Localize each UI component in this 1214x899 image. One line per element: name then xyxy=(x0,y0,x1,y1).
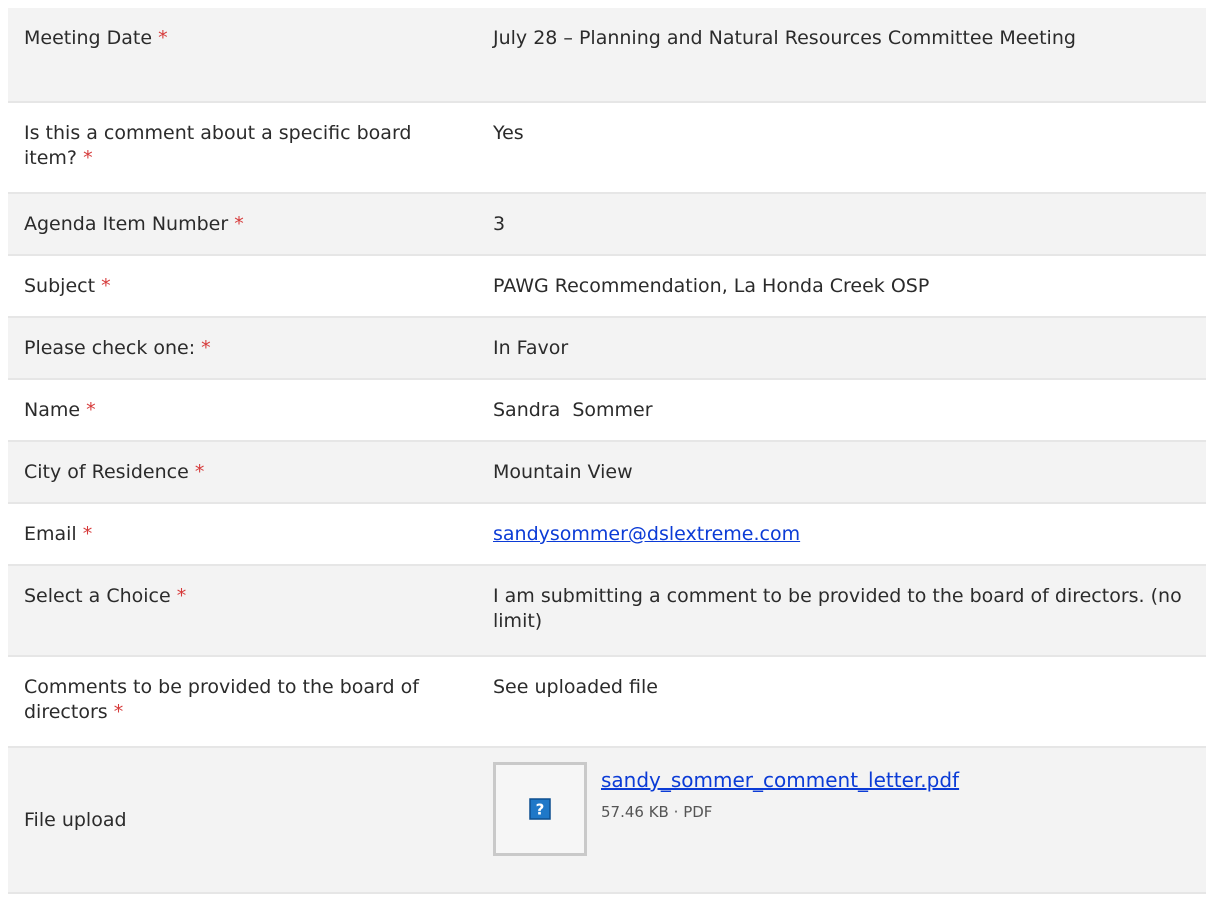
field-value: Yes xyxy=(493,122,524,144)
row-check-one: Please check one: * In Favor xyxy=(8,318,1206,380)
field-label: Agenda Item Number * xyxy=(24,213,244,235)
row-email: Email * sandysommer@dslextreme.com xyxy=(8,504,1206,566)
question-icon: ? xyxy=(529,798,551,820)
required-marker: * xyxy=(194,461,205,483)
file-meta: sandy_sommer_comment_letter.pdf 57.46 KB… xyxy=(601,762,959,825)
file-link[interactable]: sandy_sommer_comment_letter.pdf xyxy=(601,768,959,792)
field-value: ? sandy_sommer_comment_letter.pdf 57.46 … xyxy=(473,748,1206,892)
field-value: Sandra Sommer xyxy=(493,399,653,421)
field-value: 3 xyxy=(493,213,506,235)
required-marker: * xyxy=(234,213,244,235)
row-subject: Subject * PAWG Recommendation, La Honda … xyxy=(8,256,1206,318)
field-value: Mountain View xyxy=(493,461,633,483)
email-link[interactable]: sandysommer@dslextreme.com xyxy=(493,523,800,545)
submission-details: Meeting Date * July 28 – Planning and Na… xyxy=(8,8,1206,894)
svg-text:?: ? xyxy=(536,801,545,819)
field-label: File upload xyxy=(24,808,127,831)
file-separator: · xyxy=(673,803,679,821)
file-size: 57.46 KB xyxy=(601,803,669,821)
field-value: I am submitting a comment to be provided… xyxy=(493,585,1182,632)
field-value: In Favor xyxy=(493,337,569,359)
required-marker: * xyxy=(176,585,187,607)
row-meeting-date: Meeting Date * July 28 – Planning and Na… xyxy=(8,8,1206,103)
field-label: City of Residence * xyxy=(24,461,205,483)
file-info: 57.46 KB · PDF xyxy=(601,800,959,825)
row-name: Name * Sandra Sommer xyxy=(8,380,1206,442)
row-specific-item: Is this a comment about a specific board… xyxy=(8,103,1206,194)
field-label: Is this a comment about a specific board… xyxy=(24,122,412,169)
field-label: Select a Choice * xyxy=(24,585,187,607)
required-marker: * xyxy=(158,27,168,49)
required-marker: * xyxy=(86,399,96,421)
field-value: July 28 – Planning and Natural Resources… xyxy=(493,27,1076,49)
field-label: Please check one: * xyxy=(24,337,211,359)
field-label: Email * xyxy=(24,523,93,545)
required-marker: * xyxy=(113,701,124,723)
row-comments: Comments to be provided to the board of … xyxy=(8,657,1206,748)
field-label: Meeting Date * xyxy=(24,27,168,49)
row-select-choice: Select a Choice * I am submitting a comm… xyxy=(8,566,1206,657)
row-agenda-item: Agenda Item Number * 3 xyxy=(8,194,1206,256)
field-value: See uploaded file xyxy=(493,676,658,698)
field-value: sandysommer@dslextreme.com xyxy=(473,504,1206,564)
row-file-upload: File upload ? sandy_sommer_comment_lette… xyxy=(8,748,1206,894)
field-label: Subject * xyxy=(24,275,111,297)
file-attachment: ? sandy_sommer_comment_letter.pdf 57.46 … xyxy=(493,748,1190,856)
required-marker: * xyxy=(101,275,111,297)
required-marker: * xyxy=(201,337,211,359)
required-marker: * xyxy=(82,523,93,545)
row-city: City of Residence * Mountain View xyxy=(8,442,1206,504)
field-label: Name * xyxy=(24,399,96,421)
required-marker: * xyxy=(83,147,93,169)
file-type: PDF xyxy=(683,803,713,821)
field-value: PAWG Recommendation, La Honda Creek OSP xyxy=(493,275,930,297)
file-thumbnail[interactable]: ? xyxy=(493,762,587,856)
field-label: Comments to be provided to the board of … xyxy=(24,676,419,723)
